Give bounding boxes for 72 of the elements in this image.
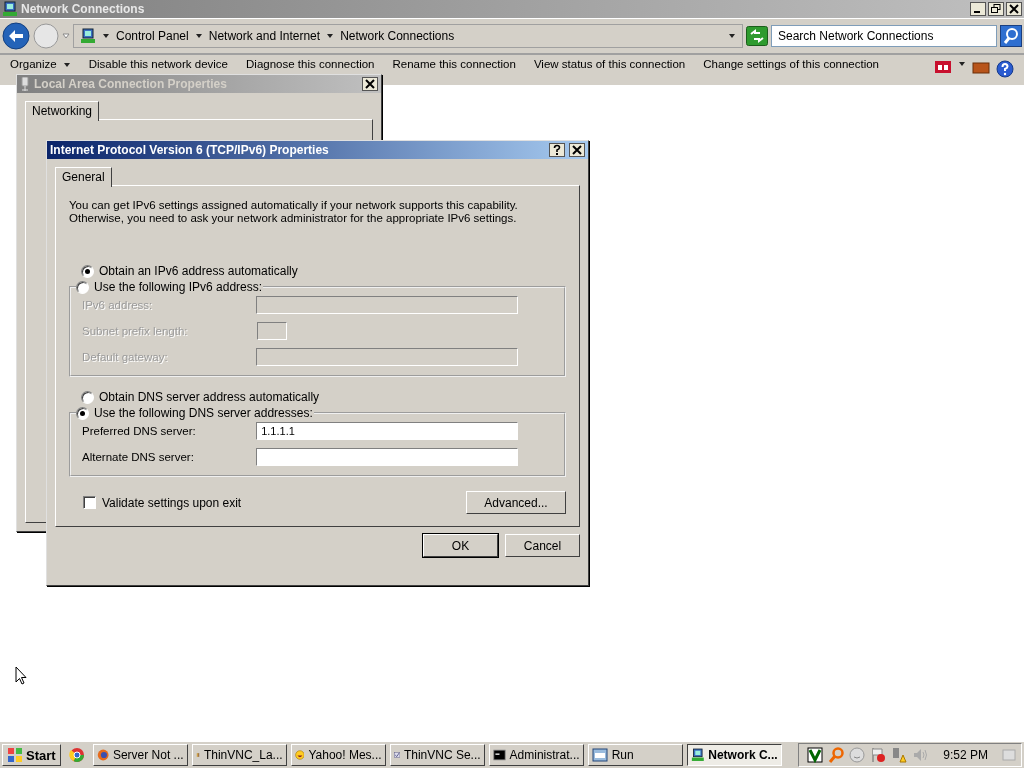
input-field[interactable]: 1.1.1.1: [256, 422, 518, 440]
radio-button[interactable]: [81, 390, 94, 404]
advanced-button[interactable]: Advanced...: [466, 491, 566, 514]
taskbar-button[interactable]: ThinVNC_La...: [191, 744, 287, 766]
checkbox[interactable]: [83, 496, 96, 509]
flag-icon[interactable]: [870, 747, 887, 763]
dialog-title: Internet Protocol Version 6 (TCP/IPv6) Properties: [50, 143, 329, 157]
network-icon: [2, 1, 18, 17]
tab[interactable]: General: [55, 167, 112, 187]
field-label: Subnet prefix length:: [82, 325, 189, 337]
network-icon: [80, 28, 96, 44]
back-icon[interactable]: [2, 22, 30, 50]
breadcrumb[interactable]: Network and Internet: [208, 29, 321, 43]
network-icon: [690, 747, 705, 763]
taskbar-button[interactable]: ThinVNC Se...: [389, 744, 485, 766]
taskbar-button[interactable]: Yahoo! Mes...: [290, 744, 386, 766]
views-icon[interactable]: [934, 60, 952, 74]
window-title: Network Connections: [21, 2, 145, 16]
folder-icon[interactable]: [972, 60, 990, 74]
field-label: Preferred DNS server:: [82, 425, 197, 437]
search-field[interactable]: Search Network Connections: [771, 25, 997, 47]
app-icon[interactable]: [807, 747, 824, 763]
breadcrumb[interactable]: Network Connections: [340, 29, 455, 43]
start-button[interactable]: Start: [2, 744, 61, 766]
description-text: You can get IPv6 settings assigned automatically if your network supports this capability. Otherwise, you need to ask your network administrator for the appropriate IPv6 settings.: [69, 199, 519, 225]
command-button[interactable]: Change settings of this connection: [699, 57, 883, 72]
clock: 9:52 PM: [943, 748, 988, 762]
radio-button[interactable]: [81, 264, 94, 278]
tab[interactable]: Networking: [25, 101, 100, 121]
command-button[interactable]: Rename this connection: [388, 57, 520, 72]
field-label: Alternate DNS server:: [82, 451, 195, 463]
command-button[interactable]: Organize: [6, 57, 75, 72]
command-button[interactable]: View status of this connection: [529, 57, 690, 72]
radio-button[interactable]: [76, 280, 89, 294]
terminal-icon: [492, 747, 506, 763]
radio-label[interactable]: Obtain DNS server address automatically: [99, 390, 320, 404]
radio-label[interactable]: Obtain an IPv6 address automatically: [99, 264, 298, 278]
caret-icon[interactable]: [102, 32, 110, 40]
smiley-icon: [294, 747, 305, 763]
breadcrumb[interactable]: Control Panel: [116, 29, 189, 43]
radio-label[interactable]: Use the following IPv6 address:: [94, 280, 263, 294]
windows-logo-icon: [7, 747, 23, 763]
caret-icon[interactable]: [728, 32, 736, 40]
input-field[interactable]: [256, 448, 518, 466]
run-icon: [591, 747, 608, 763]
close-icon[interactable]: [362, 77, 378, 91]
command-button[interactable]: Diagnose this connection: [242, 57, 379, 72]
dialog-button[interactable]: OK: [423, 534, 498, 557]
search-icon[interactable]: [1000, 25, 1022, 47]
caret-icon[interactable]: [958, 60, 966, 68]
browser-icon: [96, 747, 109, 763]
taskbar-button[interactable]: Run: [587, 744, 683, 766]
field-label: IPv6 address:: [82, 299, 154, 311]
command-button[interactable]: Disable this network device: [84, 57, 232, 72]
checkbox-label[interactable]: Validate settings upon exit: [102, 495, 242, 510]
address-bar[interactable]: Control Panel Network and Internet Network Connections: [73, 24, 743, 48]
dialog-title: Local Area Connection Properties: [34, 77, 227, 91]
field-label: Default gateway:: [82, 351, 169, 363]
radio-label[interactable]: Use the following DNS server addresses:: [94, 406, 313, 420]
refresh-icon[interactable]: [746, 26, 768, 46]
close-icon[interactable]: [569, 143, 585, 157]
cursor-icon: [15, 666, 27, 685]
taskbar-button[interactable]: Network C...: [686, 744, 782, 766]
caret-icon[interactable]: [326, 32, 335, 40]
help-icon[interactable]: [996, 60, 1014, 78]
dialog-button[interactable]: Cancel: [505, 534, 580, 557]
taskbar-button[interactable]: Administrat...: [488, 744, 584, 766]
connection-icon: [20, 77, 30, 91]
browser-icon[interactable]: [68, 747, 85, 763]
help-icon[interactable]: [549, 143, 565, 157]
caret-icon[interactable]: [194, 32, 203, 40]
taskbar-button[interactable]: Server Not ...: [92, 744, 188, 766]
